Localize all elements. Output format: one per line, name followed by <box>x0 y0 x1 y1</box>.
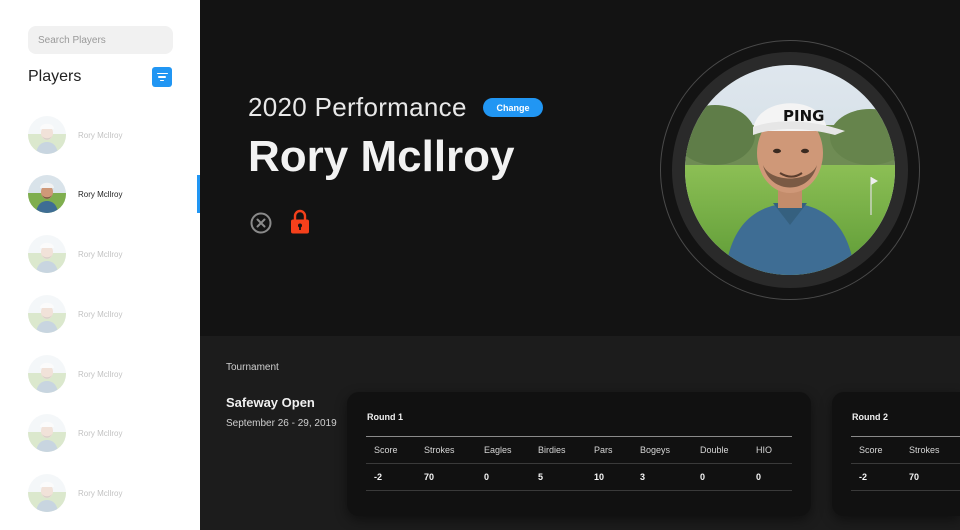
player-list-item[interactable]: Rory Mcllroy <box>28 234 200 274</box>
performance-title: 2020 Performance <box>248 92 467 122</box>
round-card-2[interactable]: Round 2 Score Strokes -2 70 <box>832 392 960 516</box>
value-score: -2 <box>374 472 383 482</box>
table-row: -2 70 <box>851 464 960 491</box>
player-name: Rory Mcllroy <box>78 309 123 319</box>
col-eagles: Eagles <box>484 445 512 455</box>
close-circle-icon[interactable] <box>250 212 272 234</box>
table-header-row: Score Strokes <box>851 437 960 464</box>
avatar <box>28 295 66 333</box>
avatar <box>28 414 66 452</box>
col-double: Double <box>700 445 729 455</box>
player-list-item[interactable]: Rory Mcllroy <box>28 115 200 155</box>
tournament-name: Safeway Open <box>226 395 315 410</box>
search-players-input[interactable] <box>28 26 173 54</box>
avatar <box>28 175 66 213</box>
table-row: -2 70 0 5 10 3 0 0 <box>366 464 792 491</box>
player-list-item[interactable]: Rory Mcllroy <box>28 473 200 513</box>
col-hio: HIO <box>756 445 773 455</box>
col-strokes: Strokes <box>909 445 940 455</box>
avatar <box>28 474 66 512</box>
value-bogeys: 3 <box>640 472 646 482</box>
player-name: Rory Mcllroy <box>78 488 123 498</box>
player-photo: PING <box>685 65 895 275</box>
player-header: 2020 Performance Change Rory Mcllroy PIN… <box>200 0 960 336</box>
round-title: Round 2 <box>852 412 888 422</box>
value-strokes: 70 <box>424 472 435 482</box>
round-stats-table: Score Strokes -2 70 <box>851 436 960 491</box>
filter-button[interactable] <box>152 67 172 87</box>
player-name: Rory Mcllroy <box>78 369 123 379</box>
round-stats-table: Score Strokes Eagles Birdies Pars Bogeys… <box>366 436 792 491</box>
player-name: Rory Mcllroy <box>78 189 123 199</box>
table-header-row: Score Strokes Eagles Birdies Pars Bogeys… <box>366 437 792 464</box>
value-score: -2 <box>859 472 868 482</box>
col-birdies: Birdies <box>538 445 566 455</box>
col-score: Score <box>859 445 883 455</box>
value-hio: 0 <box>756 472 762 482</box>
player-name: Rory Mcllroy <box>78 130 123 140</box>
round-card-1[interactable]: Round 1 Score Strokes Eagles Birdies Par… <box>347 392 811 516</box>
lock-icon[interactable] <box>290 209 310 234</box>
col-score: Score <box>374 445 398 455</box>
tournament-section: Tournament Safeway Open September 26 - 2… <box>200 336 960 530</box>
svg-text:PING: PING <box>783 107 824 125</box>
value-strokes: 70 <box>909 472 920 482</box>
player-list-item[interactable]: Rory Mcllroy <box>28 354 200 394</box>
player-list-item[interactable]: Rory Mcllroy <box>28 413 200 453</box>
avatar <box>28 235 66 273</box>
player-name-title: Rory Mcllroy <box>248 132 515 181</box>
player-name: Rory Mcllroy <box>78 428 123 438</box>
col-pars: Pars <box>594 445 613 455</box>
round-title: Round 1 <box>367 412 403 422</box>
players-heading: Players <box>28 68 82 85</box>
players-sidebar: Players Rory Mcllroy Rory Mcllroy Rory Mcl… <box>0 0 200 530</box>
col-strokes: Strokes <box>424 445 455 455</box>
value-pars: 10 <box>594 472 605 482</box>
avatar <box>28 355 66 393</box>
filter-icon <box>156 72 168 75</box>
col-bogeys: Bogeys <box>640 445 671 455</box>
value-birdies: 5 <box>538 472 544 482</box>
tournament-dates: September 26 - 29, 2019 <box>226 418 337 429</box>
player-list-item[interactable]: Rory Mcllroy <box>28 174 200 214</box>
avatar <box>28 116 66 154</box>
player-name: Rory Mcllroy <box>78 249 123 259</box>
tournament-label: Tournament <box>226 362 279 373</box>
value-eagles: 0 <box>484 472 490 482</box>
change-button[interactable]: Change <box>483 98 543 117</box>
value-double: 0 <box>700 472 706 482</box>
player-list-item[interactable]: Rory Mcllroy <box>28 294 200 334</box>
